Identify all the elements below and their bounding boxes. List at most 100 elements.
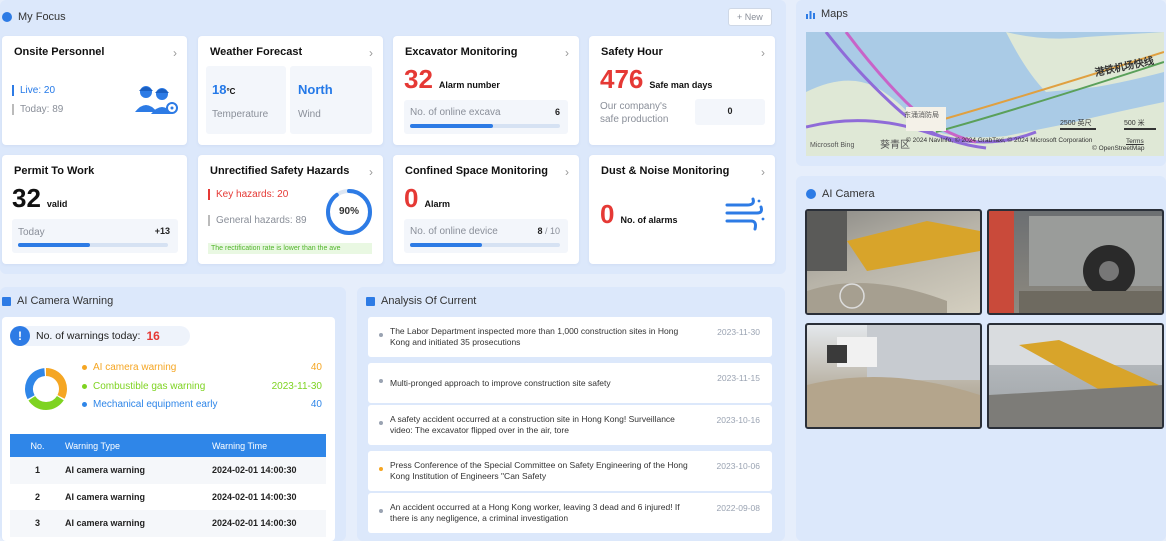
place-label: 东涌消防局 [904, 112, 939, 119]
wind-label: Wind [298, 109, 321, 120]
hazards-card[interactable]: Unrectified Safety Hazards › Key hazards… [198, 155, 383, 264]
chevron-right-icon[interactable]: › [761, 165, 765, 179]
dust-alarm-value: 0 [600, 199, 615, 229]
col-warning-time: Warning Time [212, 440, 268, 451]
camera-feed-4[interactable] [987, 323, 1164, 429]
donut-segment [25, 368, 46, 400]
excavator-title: Excavator Monitoring [405, 46, 518, 58]
warning-table: No. Warning Type Warning Time 1 AI camera… [10, 434, 326, 537]
excavator-card[interactable]: Excavator Monitoring › 32 Alarm number N… [393, 36, 579, 145]
company-safe-value: 0 [727, 106, 733, 116]
legend-item: Mechanical equipment early 40 [82, 399, 322, 418]
legend-value: 40 [310, 362, 322, 373]
online-device-label: No. of online device [410, 226, 498, 237]
permit-card[interactable]: Permit To Work 32 valid Today +13 [2, 155, 187, 264]
confined-space-card[interactable]: Confined Space Monitoring › 0 Alarm No. … [393, 155, 579, 264]
chevron-right-icon[interactable]: › [173, 46, 177, 60]
news-date: 2023-10-06 [716, 461, 760, 471]
temperature-value: 18 [212, 82, 227, 97]
permit-bar [18, 243, 168, 247]
news-text: A safety accident occurred at a construc… [390, 414, 675, 435]
news-date: 2023-11-30 [717, 327, 760, 337]
map-osm[interactable]: © OpenStreetMap [1092, 145, 1144, 152]
confined-space-title: Confined Space Monitoring [405, 165, 548, 177]
news-bullet [379, 379, 383, 383]
my-focus-header: My Focus [2, 11, 66, 23]
dust-noise-card[interactable]: Dust & Noise Monitoring › 0 No. of alarm… [589, 155, 775, 264]
online-excavator-box: No. of online excava 6 [404, 100, 568, 134]
table-row[interactable]: 2 AI camera warning 2024-02-01 14:00:30 [10, 483, 326, 510]
weather-card[interactable]: Weather Forecast › 18°C Temperature Nort… [198, 36, 383, 145]
permit-title: Permit To Work [14, 165, 95, 177]
legend-label: Mechanical equipment early [93, 399, 218, 410]
row-warning-type: AI camera warning [65, 518, 146, 529]
legend-dot [82, 383, 87, 389]
dust-noise-title: Dust & Noise Monitoring [601, 165, 730, 177]
warning-title: AI Camera Warning [17, 295, 114, 307]
warning-header: AI Camera Warning [2, 295, 113, 307]
hazards-title: Unrectified Safety Hazards [210, 165, 350, 177]
row-warning-type: AI camera warning [65, 465, 146, 476]
online-device-value: 8 [537, 226, 543, 236]
news-item[interactable]: An accident occurred at a Hong Kong work… [368, 493, 772, 533]
confined-alarm-label: Alarm [424, 199, 450, 209]
news-item[interactable]: Press Conference of the Special Committe… [368, 451, 772, 491]
legend-value: 40 [310, 399, 322, 410]
news-text: Press Conference of the Special Committe… [390, 460, 688, 481]
company-safe-label: Our company's safe production [600, 100, 668, 126]
chevron-right-icon[interactable]: › [761, 46, 765, 60]
row-no: 1 [34, 465, 40, 476]
legend-item: Combustible gas warning 2023-11-30 [82, 381, 322, 400]
chevron-right-icon[interactable]: › [565, 46, 569, 60]
table-row[interactable]: 1 AI camera warning 2024-02-01 14:00:30 [10, 457, 326, 484]
safe-man-days-value: 476 [600, 64, 644, 94]
analysis-title: Analysis Of Current [381, 295, 477, 307]
onsite-personnel-title: Onsite Personnel [14, 46, 105, 58]
key-hazards: Key hazards: 20 [208, 189, 288, 200]
permit-valid-value: 32 [12, 183, 41, 213]
news-item[interactable]: Multi-pronged approach to improve constr… [368, 363, 772, 403]
chevron-right-icon[interactable]: › [565, 165, 569, 179]
col-warning-type: Warning Type [65, 440, 121, 451]
news-text: Multi-pronged approach to improve constr… [390, 377, 611, 388]
permit-bar-fill [18, 243, 90, 247]
analysis-header: Analysis Of Current [366, 295, 476, 307]
flag-icon [2, 296, 11, 306]
warning-legend: AI camera warning 40 Combustible gas warni… [82, 362, 322, 418]
map-terms[interactable]: Terms [1126, 138, 1144, 145]
ai-camera-header: AI Camera [806, 188, 875, 200]
safety-hour-card[interactable]: Safety Hour › 476 Safe man days Our comp… [589, 36, 775, 145]
legend-dot [82, 402, 87, 407]
camera-feed-3[interactable] [805, 323, 982, 429]
camera-feed-1[interactable] [805, 209, 982, 315]
warning-count-row: ! No. of warnings today: 16 [10, 326, 190, 346]
workers-icon [135, 86, 178, 114]
chevron-right-icon[interactable]: › [369, 165, 373, 179]
company-safe-label-line2: safe production [600, 114, 669, 125]
confined-alarm-value: 0 [404, 183, 419, 213]
legend-dot [82, 365, 87, 370]
temperature-label: Temperature [212, 109, 269, 120]
onsite-personnel-card[interactable]: Onsite Personnel › Live: 20 Today: 89 [2, 36, 187, 145]
permit-today-value: +13 [154, 226, 170, 236]
chevron-right-icon[interactable]: › [369, 46, 373, 60]
row-no: 2 [34, 491, 40, 502]
table-row[interactable]: 3 AI camera warning 2024-02-01 14:00:30 [10, 510, 326, 537]
news-item[interactable]: The Labor Department inspected more than… [368, 317, 772, 357]
camera-feed-2[interactable] [987, 209, 1164, 315]
rectification-note: The rectification rate is lower than the… [208, 243, 372, 254]
weather-title: Weather Forecast [210, 46, 303, 58]
news-item[interactable]: A safety accident occurred at a construc… [368, 405, 772, 445]
online-excavator-bar-fill [410, 124, 493, 128]
focus-icon [2, 12, 12, 22]
camera-scene-4 [989, 325, 1162, 427]
today-count: Today: 89 [12, 104, 63, 115]
map-view[interactable]: 港铁机场快线 东涌消防局 葵青区 2500 英尺 500 米 Microsoft… [806, 32, 1164, 156]
warning-donut-chart [25, 368, 67, 410]
warning-count-value: 16 [146, 329, 160, 343]
new-button[interactable]: + New [728, 8, 772, 26]
news-date: 2023-11-15 [717, 373, 760, 383]
wind-icon [725, 197, 765, 231]
alert-icon: ! [10, 326, 30, 346]
company-safe-box: 0 [695, 99, 765, 125]
